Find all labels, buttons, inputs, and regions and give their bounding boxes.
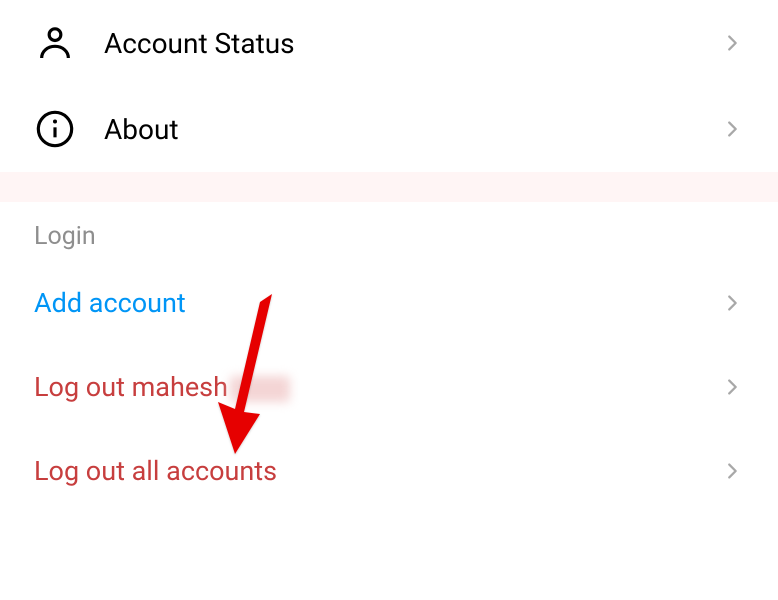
settings-item-about[interactable]: About (0, 86, 778, 172)
chevron-right-icon (720, 375, 744, 399)
settings-item-label: Account Status (104, 27, 720, 60)
chevron-right-icon (720, 459, 744, 483)
chevron-right-icon (720, 117, 744, 141)
info-icon (34, 108, 76, 150)
chevron-right-icon (720, 31, 744, 55)
login-item-label: Log out mahesh (34, 371, 720, 403)
login-section-header: Login (0, 202, 778, 261)
settings-item-account-status[interactable]: Account Status (0, 0, 778, 86)
login-item-add-account[interactable]: Add account (0, 261, 778, 345)
redacted-text (230, 376, 290, 402)
settings-list: Account Status About Login Add account (0, 0, 778, 513)
section-divider (0, 172, 778, 202)
chevron-right-icon (720, 291, 744, 315)
login-item-label: Add account (34, 287, 720, 319)
login-item-label: Log out all accounts (34, 455, 720, 487)
settings-item-label: About (104, 113, 720, 146)
login-item-logout-all[interactable]: Log out all accounts (0, 429, 778, 513)
login-item-logout-user[interactable]: Log out mahesh (0, 345, 778, 429)
person-icon (34, 22, 76, 64)
